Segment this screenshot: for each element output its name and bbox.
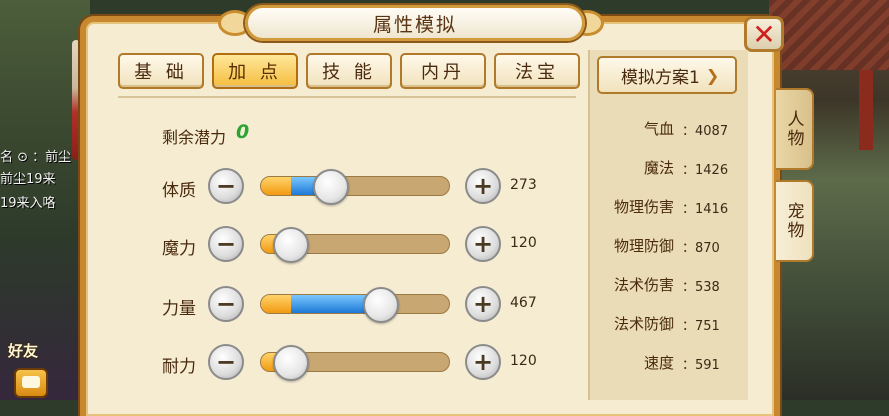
stat-speed: 速度 ：591 xyxy=(600,352,740,374)
plus-icon: + xyxy=(472,172,494,200)
slider-knob[interactable] xyxy=(273,345,310,381)
stat-physical-damage: 物理伤害 ：1416 xyxy=(600,196,740,218)
attribute-row-strength: 力量 − + 467 xyxy=(160,286,580,323)
close-button[interactable]: ✕ xyxy=(744,16,784,52)
simulation-plan-dropdown[interactable]: 模拟方案1 ❯ xyxy=(597,56,737,94)
remaining-potential-label: 剩余潜力 xyxy=(162,128,227,147)
attribute-value: 273 xyxy=(510,177,537,193)
attribute-label: 魔力 xyxy=(162,239,196,259)
attribute-row-endurance: 耐力 − + 120 xyxy=(160,344,580,381)
minus-icon: − xyxy=(215,172,237,200)
stat-name: 物理伤害 xyxy=(613,198,674,216)
plan-label: 模拟方案1 xyxy=(621,67,700,88)
chat-line: 前尘19来 xyxy=(0,172,56,187)
stat-hp: 气血 ：4087 xyxy=(600,118,740,140)
decrease-constitution-button[interactable]: − xyxy=(208,168,244,204)
chat-line: 19来入咯 xyxy=(0,196,56,211)
slider-base-fill xyxy=(261,177,292,195)
stat-value: ：870 xyxy=(682,241,720,256)
tab-inner-pill[interactable]: 内丹 xyxy=(400,53,486,89)
strength-slider[interactable] xyxy=(260,287,450,323)
tab-add-points[interactable]: 加 点 xyxy=(212,53,298,89)
side-tab-pet[interactable]: 宠物 xyxy=(776,180,814,262)
minus-icon: − xyxy=(215,348,237,376)
window-title: 属性模拟 xyxy=(372,13,457,36)
stat-physical-defense: 物理防御 ：870 xyxy=(600,235,740,257)
plus-icon: + xyxy=(472,290,494,318)
attribute-value: 120 xyxy=(510,353,537,369)
slider-knob[interactable] xyxy=(363,287,400,323)
building-pillar xyxy=(859,70,873,150)
minus-icon: − xyxy=(215,230,237,258)
stat-spell-damage: 法术伤害 ：538 xyxy=(600,274,740,296)
stat-mp: 魔法 ：1426 xyxy=(600,157,740,179)
slider-base-fill xyxy=(261,295,292,313)
endurance-slider[interactable] xyxy=(260,345,450,381)
chat-line: 名 ⊙ ：前尘 xyxy=(0,150,72,165)
tassel-ornament xyxy=(72,40,80,160)
stat-value: ：1426 xyxy=(682,163,729,178)
side-tab-character[interactable]: 人物 xyxy=(776,88,814,170)
stat-value: ：4087 xyxy=(682,124,729,139)
remaining-potential-value: 0 xyxy=(236,121,250,143)
decrease-strength-button[interactable]: − xyxy=(208,286,244,322)
stat-name: 魔法 xyxy=(643,159,674,177)
stat-name: 物理防御 xyxy=(613,237,674,255)
attribute-label: 体质 xyxy=(162,181,196,201)
slider-knob[interactable] xyxy=(273,227,310,263)
stat-value: ：591 xyxy=(682,358,720,373)
plus-icon: + xyxy=(472,230,494,258)
close-icon: ✕ xyxy=(752,17,776,51)
tab-magic-treasure[interactable]: 法宝 xyxy=(494,53,580,89)
constitution-slider[interactable] xyxy=(260,169,450,205)
decrease-magic-button[interactable]: − xyxy=(208,226,244,262)
stat-name: 法术防御 xyxy=(613,315,674,333)
tab-skills[interactable]: 技 能 xyxy=(306,53,392,89)
attribute-value: 120 xyxy=(510,235,537,251)
chat-bubble-icon[interactable] xyxy=(14,368,48,398)
attribute-value: 467 xyxy=(510,295,537,311)
friend-label[interactable]: 好友 xyxy=(8,340,38,361)
attribute-label: 耐力 xyxy=(162,357,196,377)
building-roof xyxy=(769,0,889,70)
attribute-row-constitution: 体质 − + 273 xyxy=(160,168,580,205)
stats-column xyxy=(588,50,748,400)
decrease-endurance-button[interactable]: − xyxy=(208,344,244,380)
increase-endurance-button[interactable]: + xyxy=(465,344,501,380)
stat-spell-defense: 法术防御 ：751 xyxy=(600,313,740,335)
stat-name: 法术伤害 xyxy=(613,276,674,294)
attribute-tabs: 基 础 加 点 技 能 内丹 法宝 xyxy=(118,53,580,89)
minus-icon: − xyxy=(215,290,237,318)
stat-value: ：538 xyxy=(682,280,720,295)
increase-strength-button[interactable]: + xyxy=(465,286,501,322)
stat-name: 气血 xyxy=(643,120,674,138)
stat-value: ：751 xyxy=(682,319,720,334)
attribute-row-magic: 魔力 − + 120 xyxy=(160,226,580,263)
attribute-label: 力量 xyxy=(162,299,196,319)
slider-knob[interactable] xyxy=(312,169,349,205)
stat-name: 速度 xyxy=(643,354,674,372)
title-plate: 属性模拟 xyxy=(245,5,585,41)
increase-constitution-button[interactable]: + xyxy=(465,168,501,204)
stat-value: ：1416 xyxy=(682,202,729,217)
tab-basic[interactable]: 基 础 xyxy=(118,53,204,89)
chevron-down-icon: ❯ xyxy=(705,65,720,85)
increase-magic-button[interactable]: + xyxy=(465,226,501,262)
tab-divider xyxy=(118,96,576,98)
plus-icon: + xyxy=(472,348,494,376)
magic-slider[interactable] xyxy=(260,227,450,263)
